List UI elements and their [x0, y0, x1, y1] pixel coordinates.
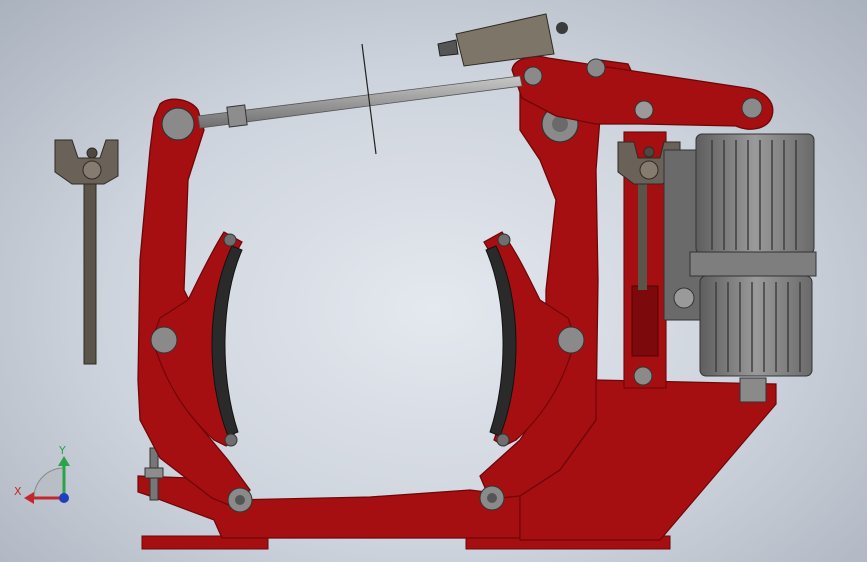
right-link-bottom-pin — [633, 366, 653, 386]
right-arm-bottom-pin-center — [487, 493, 497, 503]
coordinate-triad: Y X — [14, 444, 70, 504]
right-bracket-nut — [639, 160, 659, 180]
right-shoe-top-screw — [497, 233, 511, 247]
right-spring-rod — [638, 178, 647, 290]
left-bracket-bolt — [86, 147, 98, 159]
thruster-nut — [673, 287, 695, 309]
triad-x-arrow — [24, 492, 34, 504]
left-arm-bottom-pin-center — [235, 495, 245, 505]
left-arm-top-pin — [161, 107, 195, 141]
triad-y-arrow — [58, 456, 70, 466]
right-shoe-bottom-screw — [496, 433, 510, 447]
right-bracket-bolt — [643, 146, 655, 158]
top-lever-pin-3 — [741, 97, 763, 119]
actuator-foot — [739, 377, 767, 403]
push-rod-nut — [226, 104, 248, 128]
limit-switch-plug — [437, 39, 459, 57]
limit-switch-knob — [556, 22, 568, 34]
top-lever-pin-1 — [523, 66, 543, 86]
left-spring-bracket[interactable] — [54, 139, 119, 365]
right-link-slot — [631, 285, 659, 357]
left-shoe-top-screw — [223, 233, 237, 247]
cad-viewport[interactable]: Y X — [0, 0, 867, 562]
thruster-flange — [689, 251, 817, 277]
left-shoe-bottom-screw — [224, 433, 238, 447]
left-shoe-pivot-pin — [150, 326, 178, 354]
triad-y-label: Y — [58, 444, 66, 457]
triad-origin — [59, 493, 69, 503]
brake-assembly-model[interactable]: Y X — [0, 0, 867, 562]
hydraulic-thruster[interactable] — [663, 133, 817, 377]
top-lever-pin-2 — [586, 58, 606, 78]
right-shoe-pivot-pin — [557, 326, 585, 354]
thruster-motor-lower — [699, 275, 813, 377]
triad-x-label: X — [14, 485, 22, 498]
left-spring-rod — [83, 175, 97, 365]
top-lever-nut — [634, 100, 654, 120]
left-bracket-nut — [82, 160, 102, 180]
adjust-nut-left — [144, 467, 164, 479]
triad-plane — [33, 467, 65, 499]
